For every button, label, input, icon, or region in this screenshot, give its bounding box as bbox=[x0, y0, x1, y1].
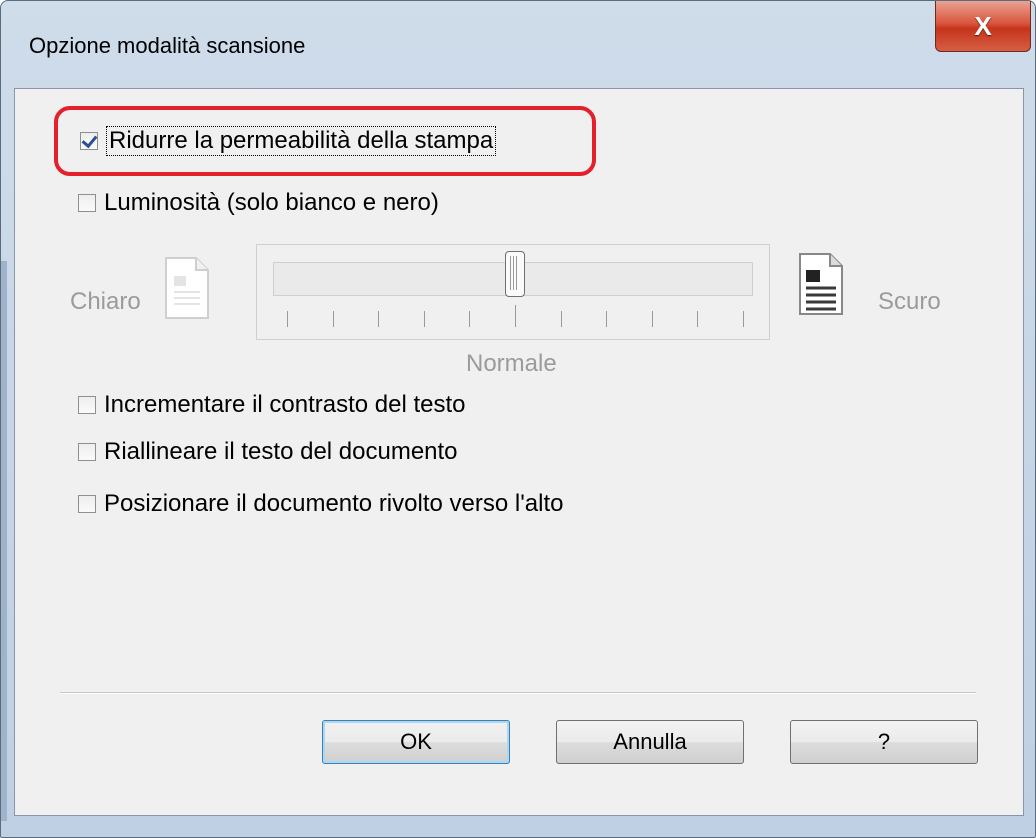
close-button[interactable]: X bbox=[935, 1, 1031, 52]
slider-tick bbox=[515, 305, 516, 327]
option-label: Incrementare il contrasto del testo bbox=[104, 391, 466, 418]
option-label: Posizionare il documento rivolto verso l… bbox=[104, 490, 564, 517]
divider bbox=[60, 692, 976, 694]
slider-tick bbox=[606, 311, 608, 327]
slider-thumb[interactable] bbox=[505, 251, 525, 297]
option-label: Luminosità (solo bianco e nero) bbox=[104, 189, 439, 216]
slider-tick bbox=[423, 311, 425, 327]
option-deskew-text[interactable]: Riallineare il testo del documento bbox=[78, 438, 458, 466]
slider-tick bbox=[560, 311, 562, 327]
option-label: Ridurre la permeabilità della stampa bbox=[106, 126, 497, 156]
slider-tick bbox=[743, 311, 744, 327]
option-brightness[interactable]: Luminosità (solo bianco e nero) bbox=[78, 189, 439, 217]
brightness-slider[interactable] bbox=[256, 244, 770, 340]
checkbox[interactable] bbox=[78, 495, 96, 513]
option-label: Riallineare il testo del documento bbox=[104, 438, 458, 465]
checkbox[interactable] bbox=[78, 443, 96, 461]
title-bar[interactable]: Opzione modalità scansione X bbox=[1, 1, 1035, 89]
window-border-accent bbox=[1, 261, 7, 821]
slider-tick bbox=[651, 311, 653, 327]
help-button[interactable]: ? bbox=[790, 720, 978, 764]
brightness-normal-label: Normale bbox=[466, 350, 557, 377]
checkbox[interactable] bbox=[78, 194, 96, 212]
slider-tick bbox=[469, 311, 471, 327]
checkbox[interactable] bbox=[80, 132, 98, 150]
option-reduce-bleed-through[interactable]: Ridurre la permeabilità della stampa bbox=[80, 126, 497, 156]
close-icon: X bbox=[974, 11, 992, 41]
ok-button[interactable]: OK bbox=[322, 720, 510, 764]
checkbox[interactable] bbox=[78, 396, 96, 414]
dialog-title: Opzione modalità scansione bbox=[29, 33, 306, 58]
slider-tick bbox=[697, 311, 699, 327]
brightness-light-label: Chiaro bbox=[70, 288, 141, 315]
light-document-icon bbox=[165, 257, 209, 319]
option-increase-contrast[interactable]: Incrementare il contrasto del testo bbox=[78, 391, 466, 419]
slider-tick bbox=[332, 311, 334, 327]
option-face-up-orientation[interactable]: Posizionare il documento rivolto verso l… bbox=[78, 490, 563, 518]
brightness-dark-label: Scuro bbox=[878, 288, 941, 315]
cancel-button[interactable]: Annulla bbox=[556, 720, 744, 764]
dark-document-icon bbox=[799, 253, 843, 315]
slider-tick bbox=[378, 311, 380, 327]
slider-tick bbox=[287, 311, 288, 327]
